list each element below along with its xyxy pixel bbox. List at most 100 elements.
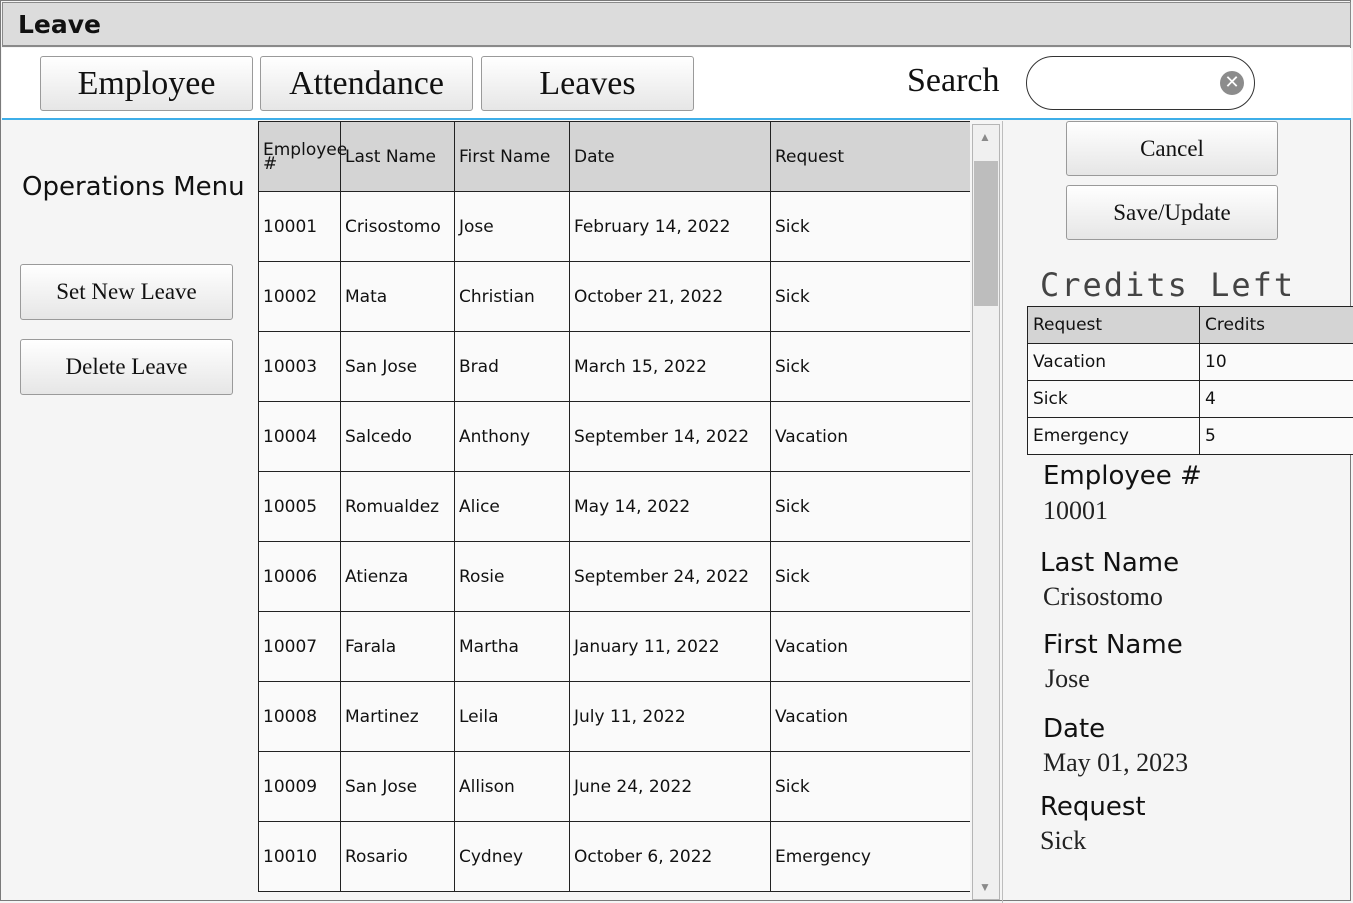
leave-table-container: Employee # Last Name First Name Date Req… (258, 121, 970, 903)
credits-request: Vacation (1027, 343, 1200, 381)
scrollbar-thumb[interactable] (974, 161, 998, 306)
column-header-first-name[interactable]: First Name (454, 121, 570, 192)
credits-value: 4 (1199, 380, 1353, 418)
credits-row: Emergency 5 (1027, 417, 1353, 455)
panel-divider (1002, 121, 1003, 903)
cell-last-name: Atienza (340, 541, 455, 612)
credits-value: 10 (1199, 343, 1353, 381)
table-row[interactable]: 10010 Rosario Cydney October 6, 2022 Eme… (258, 821, 970, 892)
request-label: Request (1040, 792, 1146, 822)
credits-row: Sick 4 (1027, 380, 1353, 418)
table-row[interactable]: 10008 Martinez Leila July 11, 2022 Vacat… (258, 681, 970, 752)
cell-employee-number: 10007 (258, 611, 341, 682)
search-input[interactable]: ✕ (1026, 56, 1255, 110)
cell-request: Sick (770, 471, 970, 542)
set-new-leave-button[interactable]: Set New Leave (20, 264, 233, 320)
cell-last-name: San Jose (340, 331, 455, 402)
cell-first-name: Martha (454, 611, 570, 682)
cell-request: Sick (770, 331, 970, 402)
tab-leaves[interactable]: Leaves (481, 56, 694, 111)
cell-request: Sick (770, 191, 970, 262)
first-name-value: Jose (1045, 664, 1090, 693)
employee-number-label: Employee # (1043, 461, 1202, 491)
column-header-request[interactable]: Request (770, 121, 970, 192)
table-row[interactable]: 10005 Romualdez Alice May 14, 2022 Sick (258, 471, 970, 542)
cell-employee-number: 10010 (258, 821, 341, 892)
table-row[interactable]: 10006 Atienza Rosie September 24, 2022 S… (258, 541, 970, 612)
date-label: Date (1043, 714, 1106, 744)
table-row[interactable]: 10009 San Jose Allison June 24, 2022 Sic… (258, 751, 970, 822)
credits-header-row: Request Credits (1027, 306, 1353, 344)
cell-last-name: Mata (340, 261, 455, 332)
cell-last-name: Martinez (340, 681, 455, 752)
cell-employee-number: 10004 (258, 401, 341, 472)
cell-first-name: Allison (454, 751, 570, 822)
cell-date: June 24, 2022 (569, 751, 771, 822)
tab-attendance[interactable]: Attendance (260, 56, 473, 111)
column-header-date[interactable]: Date (569, 121, 771, 192)
table-row[interactable]: 10003 San Jose Brad March 15, 2022 Sick (258, 331, 970, 402)
leave-table: Employee # Last Name First Name Date Req… (258, 121, 970, 892)
cell-last-name: Romualdez (340, 471, 455, 542)
credits-table: Request Credits Vacation 10 Sick 4 Emerg… (1027, 306, 1353, 455)
cell-request: Vacation (770, 401, 970, 472)
cell-employee-number: 10009 (258, 751, 341, 822)
credits-header-credits: Credits (1199, 306, 1353, 344)
credits-value: 5 (1199, 417, 1353, 455)
cell-date: October 6, 2022 (569, 821, 771, 892)
column-header-employee-number[interactable]: Employee # (258, 121, 347, 192)
cell-first-name: Leila (454, 681, 570, 752)
cell-request: Sick (770, 751, 970, 822)
cell-employee-number: 10005 (258, 471, 341, 542)
search-label: Search (907, 62, 1000, 99)
table-row[interactable]: 10002 Mata Christian October 21, 2022 Si… (258, 261, 970, 332)
request-value: Sick (1040, 826, 1087, 855)
tab-employee[interactable]: Employee (40, 56, 253, 111)
cell-first-name: Alice (454, 471, 570, 542)
cell-request: Vacation (770, 681, 970, 752)
column-header-last-name[interactable]: Last Name (340, 121, 455, 192)
cell-date: May 14, 2022 (569, 471, 771, 542)
cell-request: Sick (770, 261, 970, 332)
cell-request: Sick (770, 541, 970, 612)
cell-first-name: Christian (454, 261, 570, 332)
cell-last-name: Rosario (340, 821, 455, 892)
cell-request: Emergency (770, 821, 970, 892)
employee-number-value: 10001 (1043, 496, 1108, 525)
cell-first-name: Anthony (454, 401, 570, 472)
cell-date: September 14, 2022 (569, 401, 771, 472)
cancel-button[interactable]: Cancel (1066, 121, 1278, 176)
cell-date: July 11, 2022 (569, 681, 771, 752)
table-row[interactable]: 10001 Crisostomo Jose February 14, 2022 … (258, 191, 970, 262)
credits-request: Sick (1027, 380, 1200, 418)
credits-request: Emergency (1027, 417, 1200, 455)
cell-employee-number: 10003 (258, 331, 341, 402)
table-row[interactable]: 10004 Salcedo Anthony September 14, 2022… (258, 401, 970, 472)
cell-request: Vacation (770, 611, 970, 682)
save-update-button[interactable]: Save/Update (1066, 185, 1278, 240)
table-header-row: Employee # Last Name First Name Date Req… (258, 121, 970, 192)
cell-first-name: Cydney (454, 821, 570, 892)
cell-date: October 21, 2022 (569, 261, 771, 332)
scroll-down-icon[interactable]: ▼ (979, 881, 991, 893)
window-title: Leave (18, 10, 102, 39)
top-nav-bar: Employee Attendance Leaves Search ✕ (2, 48, 1351, 120)
cell-first-name: Rosie (454, 541, 570, 612)
scroll-up-icon[interactable]: ▲ (979, 131, 991, 143)
last-name-label: Last Name (1040, 548, 1180, 578)
cell-last-name: San Jose (340, 751, 455, 822)
operations-menu-title: Operations Menu (22, 172, 245, 202)
delete-leave-button[interactable]: Delete Leave (20, 339, 233, 395)
last-name-value: Crisostomo (1043, 582, 1163, 611)
cell-first-name: Brad (454, 331, 570, 402)
credits-left-title: Credits Left (1040, 266, 1296, 304)
credits-header-request: Request (1027, 306, 1200, 344)
cell-employee-number: 10006 (258, 541, 341, 612)
table-row[interactable]: 10007 Farala Martha January 11, 2022 Vac… (258, 611, 970, 682)
cell-date: February 14, 2022 (569, 191, 771, 262)
cell-date: January 11, 2022 (569, 611, 771, 682)
table-scrollbar[interactable]: ▲ ▼ (972, 124, 1000, 900)
clear-icon[interactable]: ✕ (1220, 71, 1244, 95)
cell-last-name: Salcedo (340, 401, 455, 472)
cell-last-name: Crisostomo (340, 191, 455, 262)
